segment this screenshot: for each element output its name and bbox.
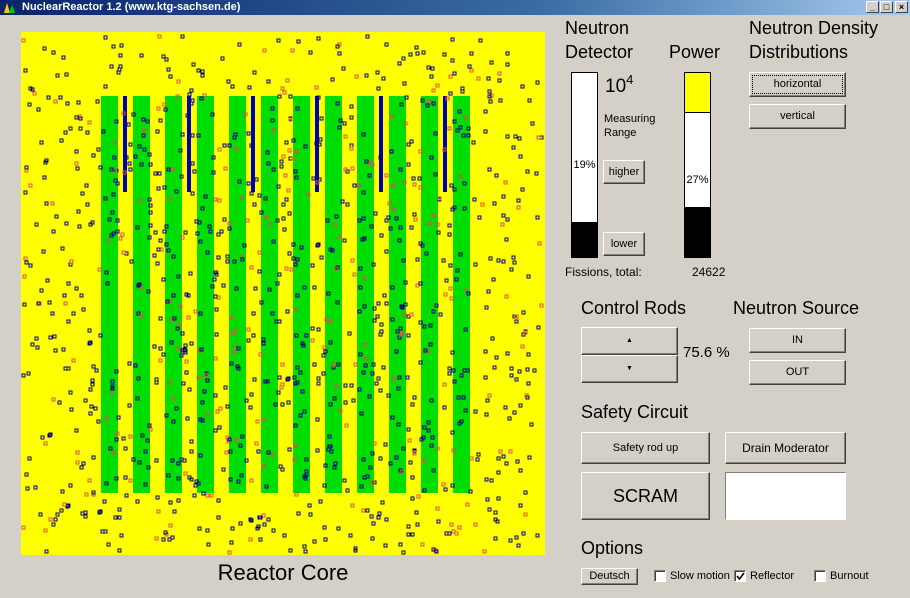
arrow-up-icon: ▲ <box>626 337 633 344</box>
detector-level-fill <box>572 222 597 257</box>
reactor-core-drawing <box>21 34 544 555</box>
fuel-element <box>357 96 374 493</box>
control-rods-position: 75.6 % <box>683 344 730 361</box>
maximize-button[interactable]: □ <box>880 1 893 13</box>
control-rod <box>443 96 447 192</box>
range-lower-button[interactable]: lower <box>603 232 645 256</box>
control-rod <box>187 96 191 192</box>
control-rod <box>379 96 383 192</box>
detector-heading-line1: Neutron <box>565 18 630 38</box>
density-heading-line2: Distributions <box>749 42 849 62</box>
density-heading-line1: Neutron Density <box>749 18 879 38</box>
window-title: NuclearReactor 1.2 (www.ktg-sachsen.de) <box>22 1 241 13</box>
reactor-app-icon <box>4 3 15 13</box>
power-heading: Power <box>669 42 721 62</box>
options-heading: Options <box>581 538 644 558</box>
scram-button[interactable]: SCRAM <box>581 472 710 520</box>
fuel-element <box>197 96 214 493</box>
measuring-range-exponent: 104 <box>605 72 633 98</box>
power-meter: 27% <box>684 72 711 258</box>
neutron-detector-meter: 19% <box>571 72 598 258</box>
drain-moderator-button[interactable]: Drain Moderator <box>725 432 846 464</box>
density-horizontal-button[interactable]: horizontal <box>749 72 846 97</box>
burnout-label: Burnout <box>830 570 869 582</box>
fuel-element <box>133 96 150 493</box>
fuel-element <box>389 96 406 493</box>
safety-rod-up-button[interactable]: Safety rod up <box>581 432 710 464</box>
measuring-range-label-1: Measuring <box>604 113 656 125</box>
power-level-fill <box>685 207 710 257</box>
neutron-source-in-button[interactable]: IN <box>749 328 846 353</box>
minimize-button[interactable]: _ <box>866 1 879 13</box>
slow-motion-checkbox[interactable] <box>654 570 666 582</box>
fissions-label: Fissions, total: <box>565 265 642 279</box>
window-titlebar: NuclearReactor 1.2 (www.ktg-sachsen.de) … <box>0 0 910 15</box>
control-rod <box>123 96 127 192</box>
exponent-value: 4 <box>626 72 634 87</box>
language-button[interactable]: Deutsch <box>581 568 638 585</box>
reflector-checkbox[interactable] <box>734 570 746 582</box>
reactor-core-label: Reactor Core <box>217 560 349 585</box>
detector-heading-line2: Detector <box>565 42 634 62</box>
fissions-value: 24622 <box>692 265 726 279</box>
burnout-checkbox[interactable] <box>814 570 826 582</box>
safety-status-box <box>725 472 846 520</box>
fuel-element <box>261 96 278 493</box>
neutron-source-heading: Neutron Source <box>733 298 860 318</box>
power-percent: 27% <box>686 174 709 186</box>
safety-circuit-heading: Safety Circuit <box>581 402 689 422</box>
fuel-element <box>229 96 246 493</box>
density-vertical-button[interactable]: vertical <box>749 104 846 129</box>
check-mark-icon <box>736 572 745 581</box>
control-rods-down-button[interactable]: ▼ <box>581 355 678 383</box>
measuring-range-label-2: Range <box>604 127 637 139</box>
reactor-core-canvas <box>21 32 545 555</box>
detector-percent: 19% <box>573 159 596 171</box>
exponent-base: 10 <box>605 76 627 97</box>
close-button[interactable]: × <box>895 1 908 13</box>
neutron-source-out-button[interactable]: OUT <box>749 360 846 385</box>
slow-motion-label: Slow motion <box>670 570 730 582</box>
control-rods-heading: Control Rods <box>581 298 687 318</box>
arrow-down-icon: ▼ <box>626 365 633 372</box>
range-higher-button[interactable]: higher <box>603 160 645 184</box>
reflector-label: Reflector <box>750 570 795 582</box>
power-overflow-marker <box>685 73 710 114</box>
control-rods-up-button[interactable]: ▲ <box>581 327 678 355</box>
